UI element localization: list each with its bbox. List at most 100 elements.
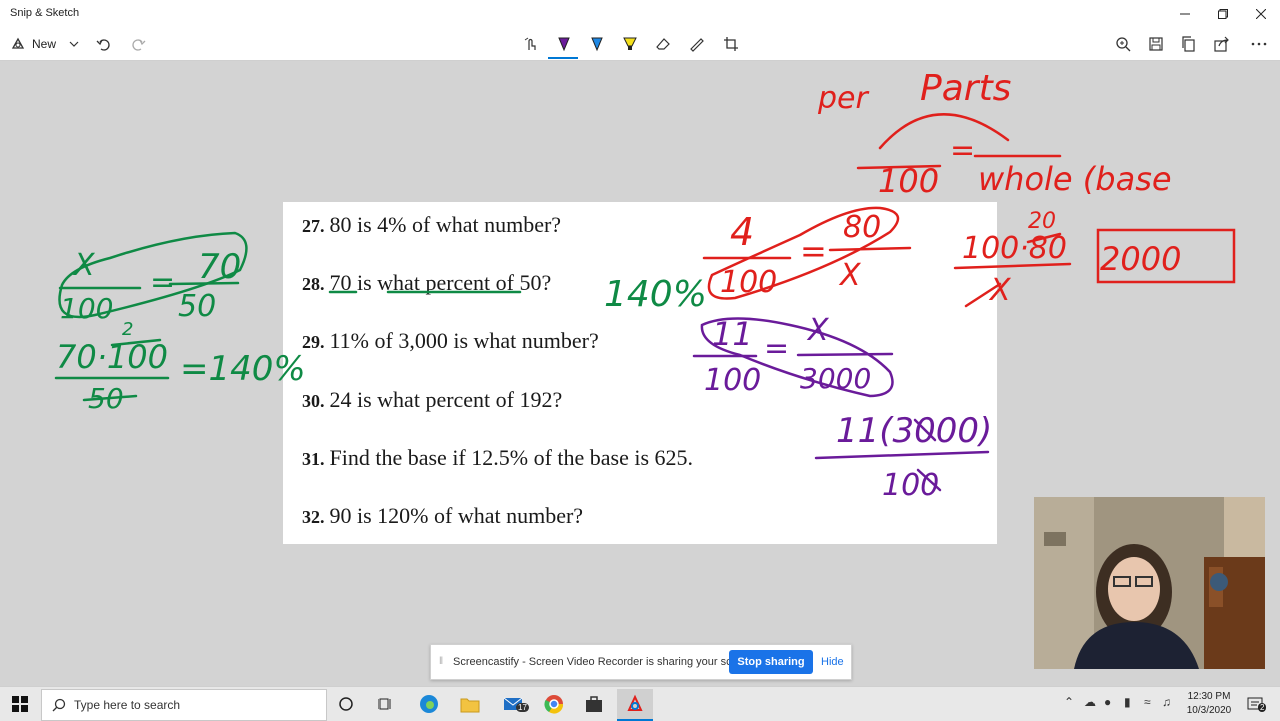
clock-time: 12:30 PM — [1187, 691, 1231, 702]
chevron-down-icon — [69, 41, 79, 47]
problem-27: 27. 80 is 4% of what number? — [302, 212, 561, 238]
screen-share-banner: ‖ Screencastify - Screen Video Recorder … — [430, 644, 852, 680]
taskbar-search-box[interactable]: Type here to search — [41, 689, 327, 721]
windows-logo-icon — [12, 696, 28, 712]
new-snip-button[interactable]: New — [10, 32, 70, 56]
action-center-button[interactable]: 2 — [1240, 689, 1270, 719]
battery-icon[interactable]: ▮ — [1124, 695, 1131, 709]
save-icon — [1149, 37, 1163, 51]
maximize-icon — [1218, 9, 1228, 19]
crop-button[interactable] — [720, 32, 742, 56]
undo-button[interactable] — [94, 32, 114, 56]
more-icon — [1251, 42, 1267, 46]
copy-button[interactable] — [1178, 32, 1200, 56]
stop-sharing-button[interactable]: Stop sharing — [729, 650, 813, 674]
minimize-button[interactable] — [1166, 0, 1204, 28]
highlighter-button[interactable] — [619, 32, 641, 56]
chrome-icon — [544, 695, 564, 714]
mail-badge: 17 — [516, 703, 529, 712]
problem-text: Find the base if 12.5% of the base is 62… — [329, 445, 694, 470]
ruler-button[interactable] — [686, 32, 708, 56]
taskbar-mail[interactable]: 17 — [496, 689, 532, 719]
more-button[interactable] — [1248, 32, 1270, 56]
zoom-icon — [1116, 37, 1131, 52]
drag-handle-icon[interactable]: ‖ — [439, 656, 445, 668]
ballpoint-pen-icon — [558, 37, 570, 52]
problem-text: 90 is 120% of what number? — [329, 503, 584, 528]
problem-29: 29. 11% of 3,000 is what number? — [302, 328, 599, 354]
crop-icon — [724, 37, 738, 51]
problem-30: 30. 24 is what percent of 192? — [302, 387, 562, 413]
edge-icon — [420, 695, 438, 713]
new-label: New — [32, 37, 57, 51]
save-button[interactable] — [1145, 32, 1167, 56]
wifi-icon[interactable]: ≈ — [1144, 695, 1151, 709]
undo-icon — [96, 39, 110, 51]
onedrive-icon[interactable]: ☁ — [1084, 695, 1096, 709]
search-icon — [52, 698, 66, 712]
hide-button[interactable]: Hide — [821, 656, 844, 668]
search-placeholder: Type here to search — [74, 698, 181, 712]
redo-icon — [132, 39, 146, 51]
snip-sketch-icon — [627, 694, 643, 711]
folder-icon — [460, 698, 480, 713]
problem-number: 29. — [302, 332, 325, 352]
share-icon — [1214, 36, 1229, 52]
close-button[interactable] — [1242, 0, 1280, 28]
taskbar-chrome[interactable] — [536, 689, 572, 719]
webcam-overlay — [1034, 497, 1265, 669]
problem-text: 70 is what percent of 50? — [329, 270, 552, 295]
ruler-icon — [690, 38, 704, 52]
cortana-button[interactable] — [328, 689, 364, 719]
tray-overflow-icon[interactable]: ⌃ — [1064, 695, 1074, 709]
close-icon — [1256, 9, 1266, 19]
toolbar: New — [0, 28, 1280, 61]
taskbar-snip-sketch[interactable] — [617, 689, 653, 721]
task-view-icon — [378, 698, 391, 710]
zoom-button[interactable] — [1112, 32, 1134, 56]
active-tool-indicator — [548, 57, 578, 59]
taskbar-store[interactable] — [576, 689, 612, 719]
pencil-button[interactable] — [586, 32, 608, 56]
store-icon — [586, 696, 602, 712]
notification-badge: 2 — [1258, 703, 1267, 712]
new-snip-icon — [11, 37, 25, 49]
problem-number: 32. — [302, 507, 325, 527]
window-title: Snip & Sketch — [10, 7, 80, 19]
touch-writing-button[interactable] — [520, 32, 542, 56]
share-message: Screencastify - Screen Video Recorder is… — [453, 656, 757, 668]
new-dropdown-button[interactable] — [66, 32, 82, 56]
eraser-button[interactable] — [652, 32, 674, 56]
touch-writing-icon — [524, 37, 536, 50]
problem-text: 11% of 3,000 is what number? — [329, 328, 599, 353]
taskbar-edge[interactable] — [411, 689, 447, 719]
copy-icon — [1182, 36, 1195, 52]
problem-text: 24 is what percent of 192? — [329, 387, 563, 412]
problem-number: 31. — [302, 449, 325, 469]
share-button[interactable] — [1211, 32, 1233, 56]
title-bar: Snip & Sketch — [0, 0, 1280, 28]
redo-button[interactable] — [128, 32, 148, 56]
microphone-icon[interactable]: ● — [1104, 695, 1111, 709]
maximize-button[interactable] — [1204, 0, 1242, 28]
problem-28: 28. 70 is what percent of 50? — [302, 270, 551, 296]
highlighter-icon — [623, 37, 637, 50]
pencil-icon — [591, 37, 603, 52]
clock-date: 10/3/2020 — [1186, 705, 1232, 716]
problem-32: 32. 90 is 120% of what number? — [302, 503, 583, 529]
task-view-button[interactable] — [368, 689, 404, 719]
taskbar: Type here to search 17 ⌃ ☁ ● ▮ ≈ ♫ 12:30… — [0, 686, 1280, 721]
cortana-icon — [339, 697, 353, 711]
taskbar-clock[interactable]: 12:30 PM 10/3/2020 — [1178, 690, 1240, 718]
worksheet-image: 27. 80 is 4% of what number? 28. 70 is wha… — [283, 202, 997, 544]
start-button[interactable] — [0, 687, 40, 721]
taskbar-file-explorer[interactable] — [452, 689, 488, 719]
minimize-icon — [1180, 13, 1190, 15]
webcam-feed-image — [1034, 497, 1265, 669]
problem-31: 31. Find the base if 12.5% of the base is… — [302, 445, 693, 471]
problem-text: 80 is 4% of what number? — [329, 212, 562, 237]
volume-icon[interactable]: ♫ — [1162, 695, 1171, 709]
problem-number: 30. — [302, 391, 325, 411]
ballpoint-pen-button[interactable] — [553, 32, 575, 56]
eraser-icon — [656, 38, 670, 50]
